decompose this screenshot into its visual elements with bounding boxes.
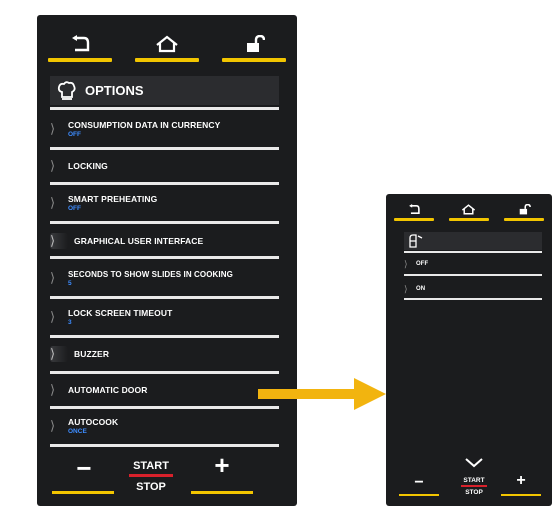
chevron-right-icon: ⟩ (50, 382, 56, 397)
item-label: SMART PREHEATING (68, 194, 158, 204)
top-nav (386, 204, 552, 221)
item-label: GRAPHICAL USER INTERFACE (74, 236, 204, 246)
option-label: OFF (416, 261, 429, 267)
back-button[interactable] (48, 35, 113, 62)
page-title: OPTIONS (85, 83, 144, 98)
stop-label: STOP (136, 481, 166, 493)
item-value: OFF (68, 131, 81, 138)
plus-button[interactable]: + (506, 472, 536, 490)
item-label: AUTOMATIC DOOR (68, 385, 148, 395)
list-item-automatic-door[interactable]: ⟩ AUTOMATIC DOOR (50, 379, 279, 401)
home-icon (462, 204, 476, 215)
minus-button[interactable]: − (404, 474, 434, 492)
start-stop-button[interactable]: START STOP (123, 460, 179, 493)
chef-hat-icon (57, 80, 76, 100)
chevron-right-icon: ⟩ (404, 258, 408, 269)
plus-label: + (516, 472, 526, 489)
list-item-lock-screen-timeout[interactable]: ⟩ LOCK SCREEN TIMEOUT 3 (50, 304, 279, 330)
back-icon (72, 35, 90, 52)
option-detail-screen: ⟩ OFF ⟩ ON − START STOP + (386, 194, 552, 506)
plus-underline (501, 494, 541, 496)
chevron-right-icon: ⟩ (50, 121, 56, 136)
chevron-right-icon: ⟩ (50, 195, 56, 210)
minus-label: − (76, 453, 92, 483)
chevron-right-icon: ⟩ (404, 283, 408, 294)
chevron-right-icon: ⟩ (50, 309, 56, 324)
list-item-autocook[interactable]: ⟩ AUTOCOOK ONCE (50, 413, 279, 439)
lock-button[interactable] (504, 204, 545, 221)
item-value: 3 (68, 319, 72, 326)
minus-underline (52, 491, 114, 494)
unlock-icon (520, 204, 532, 215)
item-value: 5 (68, 279, 72, 287)
item-label: BUZZER (74, 349, 110, 359)
plus-underline (191, 491, 253, 494)
minus-label: − (414, 474, 424, 491)
plus-label: + (214, 450, 230, 480)
top-nav (37, 35, 297, 62)
options-screen: OPTIONS ⟩ CONSUMPTION DATA IN CURRENCY O… (37, 15, 297, 506)
item-label: LOCKING (68, 161, 108, 171)
chevron-right-icon: ⟩ (50, 418, 56, 433)
start-stop-button[interactable]: START STOP (456, 477, 492, 496)
option-label: ON (416, 286, 426, 292)
item-label: SECONDS TO SHOW SLIDES IN COOKING (68, 269, 233, 279)
back-button[interactable] (393, 204, 434, 221)
item-label: AUTOCOOK (68, 417, 119, 427)
stop-label: STOP (465, 489, 483, 496)
item-label: CONSUMPTION DATA IN CURRENCY (68, 120, 221, 130)
start-indicator (461, 485, 487, 487)
minus-underline (399, 494, 439, 496)
minus-button[interactable]: − (59, 453, 109, 483)
list-item-smart-preheating[interactable]: ⟩ SMART PREHEATING OFF (50, 190, 279, 216)
chevron-right-icon: ⟩ (50, 233, 68, 249)
back-icon (408, 204, 420, 214)
home-button[interactable] (134, 35, 199, 62)
list-item-slides-seconds[interactable]: ⟩ SECONDS TO SHOW SLIDES IN COOKING 5 (50, 265, 279, 291)
door-icon (409, 234, 423, 248)
list-item-gui[interactable]: ⟩ GRAPHICAL USER INTERFACE (50, 230, 279, 252)
unlock-icon (246, 35, 265, 52)
item-value: OFF (68, 205, 81, 212)
start-indicator (129, 474, 173, 477)
list-item-locking[interactable]: ⟩ LOCKING (50, 155, 279, 177)
list-item-consumption[interactable]: ⟩ CONSUMPTION DATA IN CURRENCY OFF (50, 116, 279, 142)
home-button[interactable] (448, 204, 489, 221)
chevron-down-icon[interactable] (464, 457, 484, 468)
lock-button[interactable] (221, 35, 286, 62)
options-header: OPTIONS (50, 76, 279, 105)
arrow-right (258, 378, 386, 410)
chevron-right-icon: ⟩ (50, 270, 56, 285)
option-on[interactable]: ⟩ ON (404, 282, 542, 296)
chevron-right-icon: ⟩ (50, 346, 68, 362)
chevron-right-icon: ⟩ (50, 158, 56, 173)
home-icon (156, 35, 178, 53)
list-item-buzzer[interactable]: ⟩ BUZZER (50, 343, 279, 365)
start-label: START (463, 477, 485, 484)
item-value: ONCE (68, 428, 87, 435)
option-off[interactable]: ⟩ OFF (404, 257, 542, 271)
detail-header (404, 232, 542, 250)
start-label: START (133, 460, 169, 472)
item-label: LOCK SCREEN TIMEOUT (68, 308, 173, 318)
plus-button[interactable]: + (197, 450, 247, 480)
